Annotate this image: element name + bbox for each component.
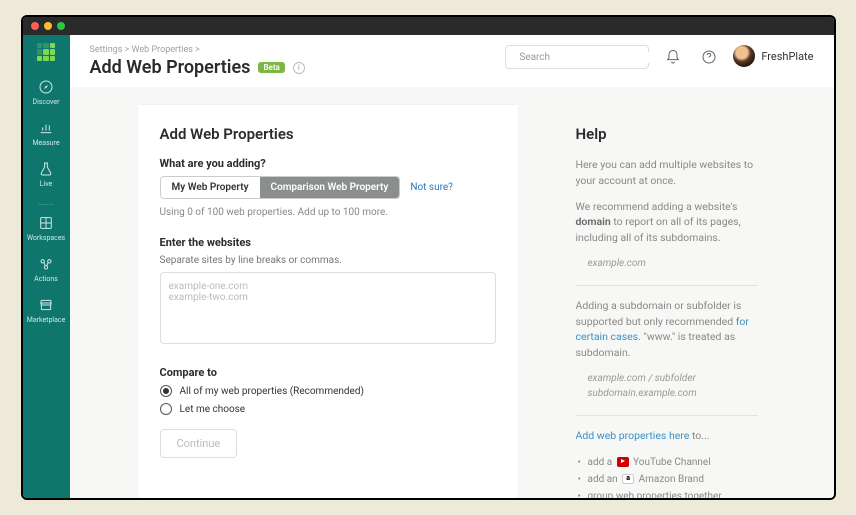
notifications-button[interactable] xyxy=(661,45,685,69)
help-example: example.com xyxy=(588,256,758,271)
search-input[interactable] xyxy=(505,45,649,69)
nav-marketplace[interactable]: Marketplace xyxy=(27,297,66,324)
sidebar: Discover Measure Live Workspaces Actions xyxy=(23,35,70,498)
help-text-part: to... xyxy=(689,429,709,442)
continue-button[interactable]: Continue xyxy=(160,429,238,458)
form-card: Add Web Properties What are you adding? … xyxy=(138,105,518,498)
radio-icon xyxy=(160,385,172,397)
help-example: example.com / subfolder subdomain.exampl… xyxy=(588,371,758,401)
question-enter-websites: Enter the websites xyxy=(160,236,496,249)
help-bullets: add a YouTube Channel add an a Amazon Br… xyxy=(576,454,758,499)
nav-live[interactable]: Live xyxy=(38,161,54,188)
user-name: FreshPlate xyxy=(761,50,813,63)
search-field[interactable] xyxy=(519,52,652,63)
nav-label: Actions xyxy=(34,275,58,283)
store-icon xyxy=(38,297,54,313)
help-example-line: subdomain.example.com xyxy=(588,388,697,399)
nav-label: Measure xyxy=(32,139,59,147)
question-compare-to: Compare to xyxy=(160,366,496,379)
radio-let-me-choose[interactable]: Let me choose xyxy=(160,403,496,415)
flask-icon xyxy=(38,161,54,177)
help-text-part: Adding a subdomain or subfolder is suppo… xyxy=(576,299,742,328)
radio-icon xyxy=(160,403,172,415)
logo xyxy=(37,43,55,61)
list-item: group web properties together xyxy=(588,488,758,499)
list-item: add a YouTube Channel xyxy=(588,454,758,471)
property-type-segmented: My Web Property Comparison Web Property xyxy=(160,176,401,199)
seg-my-property[interactable]: My Web Property xyxy=(161,177,260,198)
info-icon[interactable]: i xyxy=(293,62,305,74)
nav-workspaces[interactable]: Workspaces xyxy=(27,215,65,242)
li-text: add an xyxy=(588,474,621,485)
radio-label: All of my web properties (Recommended) xyxy=(180,386,364,397)
help-cta-line: Add web properties here to... xyxy=(576,428,758,444)
li-text: add a xyxy=(588,457,615,468)
help-example-line: example.com / subfolder xyxy=(588,373,696,384)
nav-actions[interactable]: Actions xyxy=(34,256,58,283)
youtube-icon xyxy=(617,457,629,467)
bell-icon xyxy=(665,49,681,65)
list-item: add an a Amazon Brand xyxy=(588,471,758,488)
maximize-window-dot[interactable] xyxy=(57,22,65,30)
separator xyxy=(576,285,758,286)
separator xyxy=(576,415,758,416)
help-heading: Help xyxy=(576,125,758,143)
amazon-icon: a xyxy=(622,474,634,484)
close-window-dot[interactable] xyxy=(31,22,39,30)
li-text: YouTube Channel xyxy=(631,457,711,468)
window-titlebar xyxy=(23,17,834,35)
topbar: Settings > Web Properties > Add Web Prop… xyxy=(70,35,834,87)
nav-label: Workspaces xyxy=(27,234,65,242)
compass-icon xyxy=(38,79,54,95)
usage-hint: Using 0 of 100 web properties. Add up to… xyxy=(160,207,496,218)
help-text-part: We recommend adding a website's xyxy=(576,200,738,213)
nav-label: Live xyxy=(40,180,53,188)
help-bold: domain xyxy=(576,215,611,228)
help-icon xyxy=(701,49,717,65)
seg-comparison-property[interactable]: Comparison Web Property xyxy=(260,177,400,198)
breadcrumb[interactable]: Settings > Web Properties > xyxy=(90,45,494,55)
avatar xyxy=(733,45,755,67)
question-what-adding: What are you adding? xyxy=(160,157,496,170)
help-text: We recommend adding a website's domain t… xyxy=(576,199,758,246)
radio-all-properties[interactable]: All of my web properties (Recommended) xyxy=(160,385,496,397)
help-text: Here you can add multiple websites to yo… xyxy=(576,157,758,189)
grid-icon xyxy=(38,215,54,231)
help-panel: Help Here you can add multiple websites … xyxy=(568,105,758,498)
nav-separator xyxy=(38,204,54,205)
nodes-icon xyxy=(38,256,54,272)
help-button[interactable] xyxy=(697,45,721,69)
nav-measure[interactable]: Measure xyxy=(32,120,59,147)
form-heading: Add Web Properties xyxy=(160,125,496,143)
websites-textarea[interactable] xyxy=(160,272,496,344)
page-title: Add Web Properties xyxy=(90,57,251,78)
add-web-properties-link[interactable]: Add web properties here xyxy=(576,429,690,442)
nav-discover[interactable]: Discover xyxy=(33,79,60,106)
radio-label: Let me choose xyxy=(180,404,246,415)
user-menu[interactable]: FreshPlate xyxy=(733,45,813,67)
minimize-window-dot[interactable] xyxy=(44,22,52,30)
beta-badge: Beta xyxy=(258,62,284,73)
li-text: Amazon Brand xyxy=(636,474,704,485)
nav-label: Marketplace xyxy=(27,316,66,324)
help-text: Adding a subdomain or subfolder is suppo… xyxy=(576,298,758,361)
chart-icon xyxy=(38,120,54,136)
not-sure-link[interactable]: Not sure? xyxy=(410,182,453,193)
enter-websites-sublabel: Separate sites by line breaks or commas. xyxy=(160,255,496,266)
nav-label: Discover xyxy=(33,98,60,106)
